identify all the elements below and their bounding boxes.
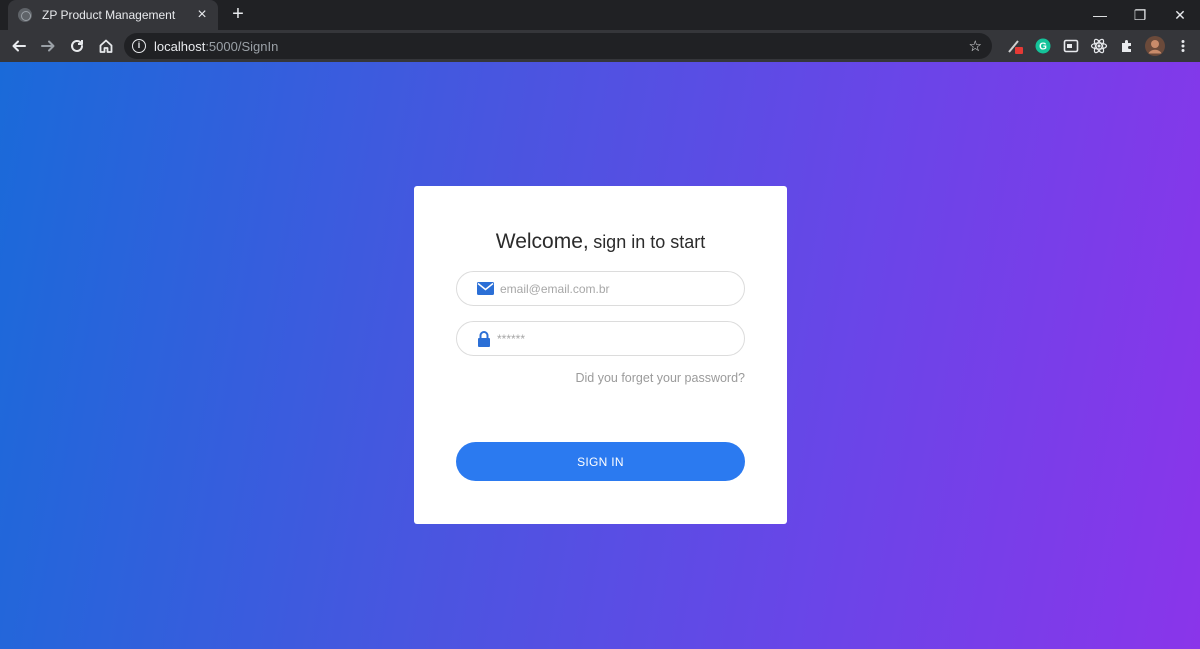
- window-icon[interactable]: [1060, 35, 1082, 57]
- envelope-icon: [477, 282, 494, 295]
- arrow-right-icon: [41, 40, 55, 52]
- puzzle-icon[interactable]: [1116, 35, 1138, 57]
- more-menu-icon[interactable]: [1172, 35, 1194, 57]
- welcome-text: Welcome,: [495, 230, 589, 253]
- window-controls: — ❐ ✕: [1080, 0, 1200, 30]
- back-button[interactable]: [5, 32, 33, 60]
- arrow-left-icon: [12, 40, 26, 52]
- restore-button[interactable]: ❐: [1120, 0, 1160, 30]
- home-icon: [99, 39, 113, 53]
- page-background: Welcome, sign in to start Did you forget…: [0, 62, 1200, 649]
- bookmark-star-icon[interactable]: ☆: [969, 37, 982, 55]
- email-input[interactable]: [500, 281, 720, 296]
- lock-icon: [478, 330, 490, 347]
- address-bar[interactable]: i localhost:5000/SignIn ☆: [124, 33, 992, 59]
- signin-card: Welcome, sign in to start Did you forget…: [414, 186, 787, 524]
- subtitle-text: sign in to start: [593, 232, 706, 252]
- password-input[interactable]: [497, 331, 717, 346]
- react-devtools-icon[interactable]: [1088, 35, 1110, 57]
- home-button[interactable]: [92, 32, 120, 60]
- avatar[interactable]: [1144, 35, 1166, 57]
- globe-icon: [18, 8, 32, 22]
- site-info-icon[interactable]: i: [132, 39, 146, 53]
- forgot-password-link[interactable]: Did you forget your password?: [575, 371, 745, 385]
- page-title: Welcome, sign in to start: [414, 230, 787, 254]
- close-window-button[interactable]: ✕: [1160, 0, 1200, 30]
- tab-title: ZP Product Management: [42, 8, 176, 22]
- extensions-area: G: [1004, 35, 1194, 57]
- minimize-button[interactable]: —: [1080, 0, 1120, 30]
- color-picker-icon[interactable]: [1004, 35, 1026, 57]
- url-host: localhost: [154, 38, 206, 54]
- browser-tab[interactable]: ZP Product Management ×: [8, 0, 218, 30]
- email-field[interactable]: [456, 271, 745, 306]
- close-tab-icon[interactable]: ×: [194, 7, 210, 23]
- reload-button[interactable]: [63, 32, 91, 60]
- new-tab-button[interactable]: +: [228, 4, 248, 24]
- tab-strip: ZP Product Management × + — ❐ ✕: [0, 0, 1200, 30]
- url-path: :5000/SignIn: [205, 38, 279, 54]
- forward-button[interactable]: [34, 32, 62, 60]
- password-field[interactable]: [456, 321, 745, 356]
- grammarly-icon[interactable]: G: [1032, 35, 1054, 57]
- reload-icon: [71, 39, 83, 52]
- svg-text:G: G: [1039, 42, 1047, 53]
- sign-in-button[interactable]: SIGN IN: [456, 442, 745, 481]
